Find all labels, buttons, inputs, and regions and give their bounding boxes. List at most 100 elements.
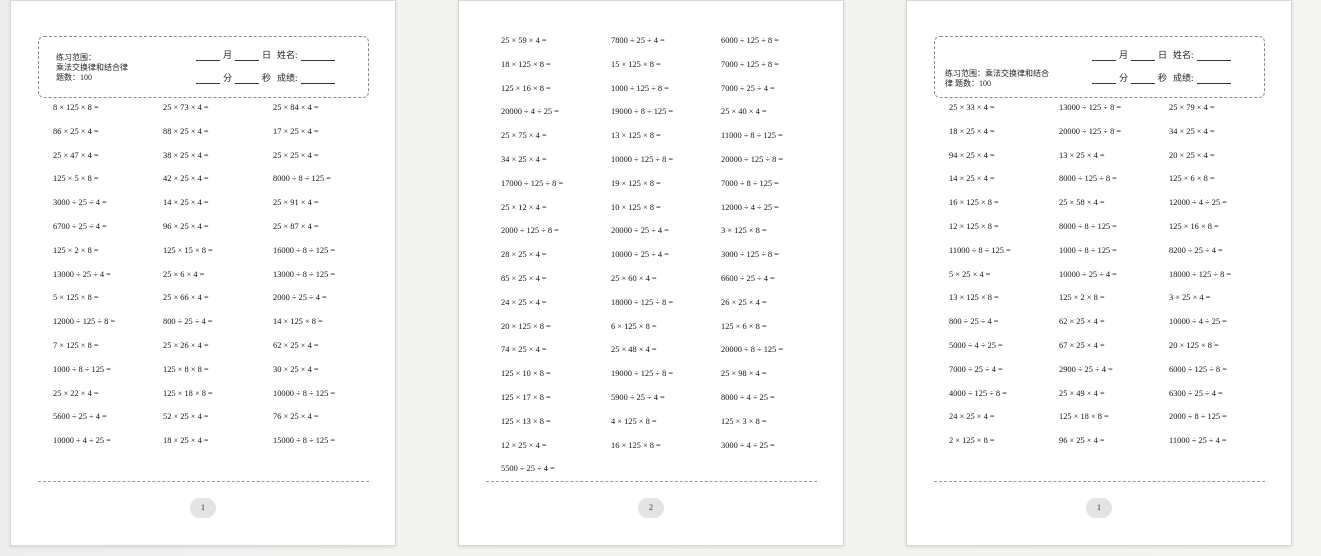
problem-item: 125 × 15 × 8 = — [163, 245, 213, 255]
month-blank — [1092, 51, 1116, 61]
problem-item: 25 × 49 × 4 = — [1059, 388, 1105, 398]
problem-item: 6700 ÷ 25 ÷ 4 = — [53, 221, 107, 231]
problem-item: 16000 ÷ 8 ÷ 125 = — [273, 245, 336, 255]
problem-item: 20 × 125 × 8 = — [501, 321, 551, 331]
problem-item: 14 × 125 × 8 = — [273, 317, 323, 327]
practice-range-value: 律 题数：100 — [945, 79, 991, 88]
minute-blank — [1092, 74, 1116, 84]
practice-info: 练习范围：乘法交换律和结合 律 题数：100 — [945, 69, 1049, 89]
problem-item: 25 × 58 × 4 = — [1059, 198, 1105, 208]
month-label: 月 — [223, 50, 233, 60]
problem-item: 25 × 33 × 4 = — [949, 103, 995, 112]
problem-item: 10 × 125 × 8 = — [611, 202, 661, 212]
problem-item: 7000 ÷ 25 ÷ 4 = — [949, 364, 1003, 374]
problem-item: 20000 ÷ 125 ÷ 8 = — [721, 154, 784, 164]
problem-item: 125 × 10 × 8 = — [501, 369, 551, 379]
footer-divider — [38, 481, 369, 482]
problem-item: 25 × 87 × 4 = — [273, 221, 319, 231]
problem-item: 17 × 25 × 4 = — [273, 126, 319, 136]
problem-item: 25 × 6 × 4 = — [163, 269, 205, 279]
day-blank — [1131, 51, 1156, 61]
problem-item: 125 × 6 × 8 = — [721, 321, 767, 331]
problem-item: 26 × 25 × 4 = — [721, 297, 767, 307]
problem-item: 12 × 25 × 4 = — [501, 440, 547, 450]
problem-item: 125 × 13 × 8 = — [501, 416, 551, 426]
problem-item: 13000 ÷ 125 ÷ 8 = — [1059, 103, 1122, 112]
problem-grid: 25 × 59 × 4 = 7800 ÷ 25 ÷ 4 = 6000 ÷ 125 ÷… — [501, 35, 831, 487]
problem-item: 18000 ÷ 125 ÷ 8 = — [611, 297, 674, 307]
problem-item: 42 × 25 × 4 = — [163, 174, 209, 184]
problem-item: 125 × 16 × 8 = — [501, 83, 551, 93]
problem-item: 10000 ÷ 25 ÷ 4 = — [1059, 269, 1117, 279]
problem-item: 6600 ÷ 25 ÷ 4 = — [721, 273, 775, 283]
problem-item: 3000 ÷ 125 ÷ 8 = — [721, 250, 779, 260]
problem-grid: 25 × 33 × 4 = 13000 ÷ 125 ÷ 8 = 25 × 79 × … — [949, 102, 1279, 459]
problem-item: 13 × 25 × 4 = — [1059, 150, 1105, 160]
problem-item: 13 × 125 × 8 = — [949, 293, 999, 303]
footer-divider — [934, 481, 1265, 482]
problem-item: 125 × 2 × 8 = — [1059, 293, 1105, 303]
problem-item: 20000 ÷ 25 ÷ 4 = — [611, 226, 669, 236]
problem-item: 8000 ÷ 8 ÷ 125 = — [273, 174, 331, 184]
problem-item: 125 × 2 × 8 = — [53, 245, 99, 255]
problem-item: 20000 ÷ 125 ÷ 8 = — [1059, 126, 1122, 136]
problem-item: 52 × 25 × 4 = — [163, 412, 209, 422]
problem-item: 3000 ÷ 25 ÷ 4 = — [53, 198, 107, 208]
problem-item: 11000 ÷ 25 ÷ 4 = — [1169, 436, 1227, 446]
problem-item: 5 × 125 × 8 = — [53, 293, 99, 303]
score-blank — [300, 74, 335, 84]
problem-item: 8200 ÷ 25 ÷ 4 = — [1169, 245, 1223, 255]
problem-item: 12000 ÷ 125 ÷ 8 = — [53, 317, 116, 327]
problem-item: 3 × 125 × 8 = — [721, 226, 767, 236]
problem-item: 12 × 125 × 8 = — [949, 221, 999, 231]
problem-item: 25 × 48 × 4 = — [611, 345, 657, 355]
problem-item: 18000 ÷ 125 ÷ 8 = — [1169, 269, 1232, 279]
problem-item: 3000 ÷ 4 ÷ 25 = — [721, 440, 775, 450]
second-label: 秒 — [1158, 73, 1168, 83]
problem-item: 11000 ÷ 8 ÷ 125 = — [949, 245, 1011, 255]
problem-item: 125 × 3 × 8 = — [721, 416, 767, 426]
problem-item: 12000 ÷ 4 ÷ 25 = — [1169, 198, 1227, 208]
problem-item: 125 × 17 × 8 = — [501, 392, 551, 402]
problem-item: 88 × 25 × 4 = — [163, 126, 209, 136]
problem-item: 7000 ÷ 125 ÷ 8 = — [721, 59, 779, 69]
problem-item: 30 × 25 × 4 = — [273, 364, 319, 374]
problem-item: 6000 ÷ 125 ÷ 8 = — [721, 36, 779, 45]
problem-item: 18 × 125 × 8 = — [501, 59, 551, 69]
problem-item: 8000 ÷ 125 ÷ 8 = — [1059, 174, 1117, 184]
problem-item: 28 × 25 × 4 = — [501, 250, 547, 260]
practice-range-label: 练习范围：乘法交换律和结合 — [945, 69, 1049, 78]
problem-item: 3 × 25 × 4 = — [1169, 293, 1211, 303]
problem-item: 20000 ÷ 4 ÷ 25 = — [501, 107, 559, 117]
student-fields: 月 日 姓名: 分 秒 成绩: — [1092, 49, 1252, 95]
problem-item: 6300 ÷ 25 ÷ 4 = — [1169, 388, 1223, 398]
problem-item: 125 × 18 × 8 = — [163, 388, 213, 398]
problem-item: 2000 ÷ 125 ÷ 8 = — [501, 226, 559, 236]
problem-item: 15 × 125 × 8 = — [611, 59, 661, 69]
practice-range-value: 乘法交换律和结合律 — [56, 63, 128, 72]
problem-item: 19000 ÷ 125 ÷ 8 = — [611, 369, 674, 379]
problem-item: 24 × 25 × 4 = — [501, 297, 547, 307]
page-number: 1 — [190, 498, 216, 518]
problem-item: 24 × 25 × 4 = — [949, 412, 995, 422]
day-label: 日 — [262, 50, 272, 60]
minute-label: 分 — [1119, 73, 1129, 83]
problem-item: 5 × 25 × 4 = — [949, 269, 991, 279]
problem-item: 34 × 25 × 4 = — [501, 154, 547, 164]
problem-item: 17000 ÷ 125 ÷ 8 = — [501, 178, 564, 188]
problem-item: 16 × 125 × 8 = — [949, 198, 999, 208]
problem-item: 96 × 25 × 4 = — [163, 221, 209, 231]
minute-label: 分 — [223, 73, 233, 83]
problem-item: 10000 ÷ 125 ÷ 8 = — [611, 154, 674, 164]
problem-item: 8 × 125 × 8 = — [53, 103, 99, 112]
problem-item: 34 × 25 × 4 = — [1169, 126, 1215, 136]
problem-item: 1000 ÷ 125 ÷ 8 = — [611, 83, 669, 93]
problem-item: 12000 ÷ 4 ÷ 25 = — [721, 202, 779, 212]
problem-item: 7 × 125 × 8 = — [53, 340, 99, 350]
score-label: 成绩: — [1173, 73, 1194, 83]
problem-item: 1000 ÷ 8 ÷ 125 = — [1059, 245, 1117, 255]
problem-item: 25 × 59 × 4 = — [501, 36, 547, 45]
problem-item: 25 × 40 × 4 = — [721, 107, 767, 117]
problem-item: 10000 ÷ 4 ÷ 25 = — [1169, 317, 1227, 327]
problem-item: 18 × 25 × 4 = — [163, 436, 209, 446]
